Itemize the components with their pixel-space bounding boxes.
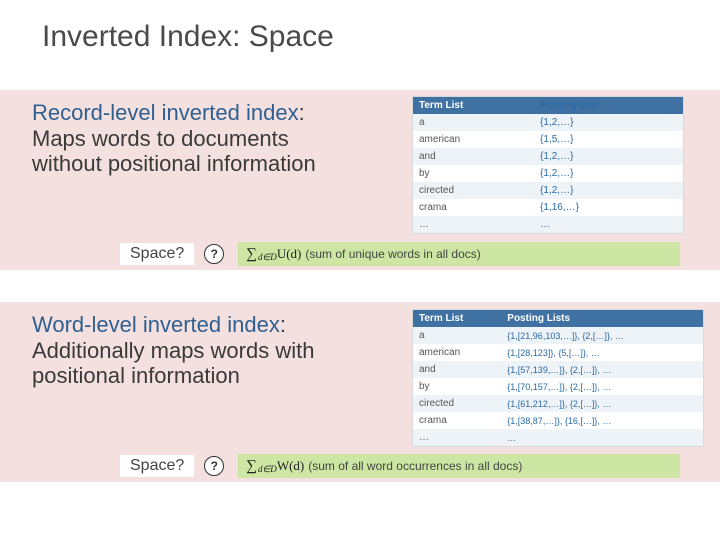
sigma-icon: ∑ xyxy=(246,246,257,263)
cell: {1,[28,123]}, {5,[…]}, … xyxy=(501,344,703,361)
cell: {1,[38,87,…]}, {16,[…]}, … xyxy=(501,412,703,429)
cell: {1,[70,157,…]}, {2,[…]}, … xyxy=(501,378,703,395)
formula-desc: (sum of all word occurrences in all docs… xyxy=(308,459,522,473)
space-label-2: Space? xyxy=(120,455,194,477)
cell: cirected xyxy=(413,395,501,412)
record-level-line2: without positional information xyxy=(32,151,316,176)
table-row: american{1,5,…} xyxy=(413,131,683,148)
cell: american xyxy=(413,131,534,148)
cell: {1,[21,96,103,…]}, {2,[…]}, … xyxy=(501,327,703,344)
word-level-space-row: Space? ? ∑d∈D W(d) (sum of all word occu… xyxy=(120,452,680,480)
formula-sub: d∈D xyxy=(258,252,277,263)
table-row: …… xyxy=(413,216,683,233)
cell: by xyxy=(413,378,501,395)
cell: by xyxy=(413,165,534,182)
table-row: a{1,[21,96,103,…]}, {2,[…]}, … xyxy=(413,327,703,344)
cell: cirected xyxy=(413,182,534,199)
cell: and xyxy=(413,148,534,165)
word-level-formula: ∑d∈D W(d) (sum of all word occurrences i… xyxy=(238,454,680,478)
formula-desc: (sum of unique words in all docs) xyxy=(305,247,480,261)
colon: : xyxy=(280,312,286,337)
cell: {1,16,…} xyxy=(534,199,683,216)
record-level-table: Term List Posting List a{1,2,…} american… xyxy=(413,97,683,233)
record-level-formula: ∑d∈D U(d) (sum of unique words in all do… xyxy=(238,242,680,266)
table-row: by{1,2,…} xyxy=(413,165,683,182)
table-row: cirected{1,[61,212,…]}, {2,[…]}, … xyxy=(413,395,703,412)
word-level-line2: positional information xyxy=(32,363,240,388)
sigma-icon: ∑ xyxy=(246,458,257,475)
question-icon: ? xyxy=(204,244,224,264)
cell: … xyxy=(413,429,501,446)
cell: … xyxy=(501,429,703,446)
cell: and xyxy=(413,361,501,378)
cell: crama xyxy=(413,199,534,216)
table-row: crama{1,16,…} xyxy=(413,199,683,216)
word-level-term: Word-level inverted index xyxy=(32,312,280,337)
cell: {1,2,…} xyxy=(534,148,683,165)
cell: a xyxy=(413,114,534,131)
record-level-space-row: Space? ? ∑d∈D U(d) (sum of unique words … xyxy=(120,240,680,268)
cell: {1,[61,212,…]}, {2,[…]}, … xyxy=(501,395,703,412)
table2-header-posting: Posting Lists xyxy=(501,310,703,327)
cell: a xyxy=(413,327,501,344)
table-row: …… xyxy=(413,429,703,446)
table-row: crama{1,[38,87,…]}, {16,[…]}, … xyxy=(413,412,703,429)
question-icon: ? xyxy=(204,456,224,476)
table-row: and{1,[57,139,…]}, {2,[…]}, … xyxy=(413,361,703,378)
record-level-term: Record-level inverted index xyxy=(32,100,299,125)
slide-title: Inverted Index: Space xyxy=(42,20,334,54)
word-level-def: Word-level inverted index: Additionally … xyxy=(32,312,382,389)
table-row: american{1,[28,123]}, {5,[…]}, … xyxy=(413,344,703,361)
table-row: by{1,[70,157,…]}, {2,[…]}, … xyxy=(413,378,703,395)
word-level-line1: Additionally maps words with xyxy=(32,338,314,363)
table1-header-posting: Posting List xyxy=(534,97,683,114)
colon: : xyxy=(299,100,305,125)
table-row: and{1,2,…} xyxy=(413,148,683,165)
table1-header-term: Term List xyxy=(413,97,534,114)
table-row: cirected{1,2,…} xyxy=(413,182,683,199)
record-level-line1: Maps words to documents xyxy=(32,126,289,151)
cell: {1,2,…} xyxy=(534,165,683,182)
table-row: a{1,2,…} xyxy=(413,114,683,131)
record-level-def: Record-level inverted index: Maps words … xyxy=(32,100,382,177)
table2-header-term: Term List xyxy=(413,310,501,327)
space-label-1: Space? xyxy=(120,243,194,265)
cell: {1,2,…} xyxy=(534,114,683,131)
formula-fn: U(d) xyxy=(277,246,302,262)
formula-sub: d∈D xyxy=(258,464,277,475)
cell: {1,5,…} xyxy=(534,131,683,148)
cell: american xyxy=(413,344,501,361)
cell: {1,2,…} xyxy=(534,182,683,199)
formula-fn: W(d) xyxy=(277,458,304,474)
word-level-table: Term List Posting Lists a{1,[21,96,103,…… xyxy=(413,310,703,446)
cell: … xyxy=(534,216,683,233)
cell: {1,[57,139,…]}, {2,[…]}, … xyxy=(501,361,703,378)
cell: … xyxy=(413,216,534,233)
cell: crama xyxy=(413,412,501,429)
